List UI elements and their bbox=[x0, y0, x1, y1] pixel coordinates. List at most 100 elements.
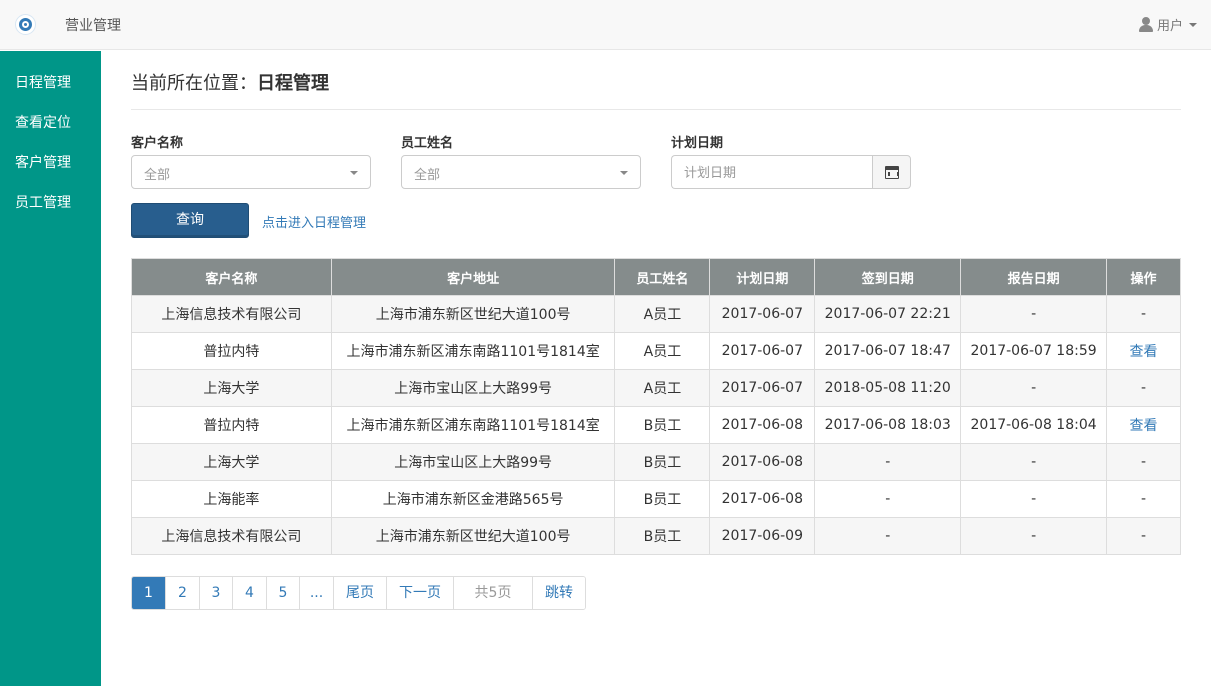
table-cell: - bbox=[814, 480, 962, 518]
table-cell: B员工 bbox=[614, 443, 711, 481]
sidebar-item-employees[interactable]: 员工管理 bbox=[15, 192, 71, 212]
table-cell: 2017-06-07 22:21 bbox=[814, 295, 962, 333]
page-4-button[interactable]: 4 bbox=[232, 577, 266, 609]
table-cell: - bbox=[1106, 369, 1181, 407]
table-cell: - bbox=[1106, 480, 1181, 518]
table-cell: 2017-06-07 bbox=[709, 369, 816, 407]
col-header: 计划日期 bbox=[709, 258, 816, 296]
col-header: 签到日期 bbox=[814, 258, 962, 296]
table-cell: 2017-06-07 18:59 bbox=[960, 332, 1108, 370]
col-header: 员工姓名 bbox=[614, 258, 711, 296]
user-menu[interactable]: 用户 bbox=[1138, 15, 1197, 34]
table-cell: 2017-06-08 bbox=[709, 443, 816, 481]
table-cell: 上海市宝山区上大路99号 bbox=[330, 369, 616, 407]
table-cell: 普拉内特 bbox=[131, 332, 332, 370]
customer-select[interactable]: 全部 bbox=[131, 155, 371, 189]
logo-icon[interactable] bbox=[15, 14, 36, 35]
date-filter-label: 计划日期 bbox=[671, 136, 724, 151]
dropdown-arrow-icon bbox=[620, 171, 628, 175]
table-row: 普拉内特 上海市浦东新区浦东南路1101号1814室 A员工 2017-06-0… bbox=[131, 332, 1181, 370]
table-cell: 2017-06-08 18:04 bbox=[960, 406, 1108, 444]
table-cell: - bbox=[1106, 517, 1181, 555]
top-navbar: 营业管理 用户 bbox=[0, 0, 1211, 50]
plan-date-input[interactable] bbox=[671, 155, 873, 189]
table-cell: 上海能率 bbox=[131, 480, 332, 518]
table-cell: B员工 bbox=[614, 517, 711, 555]
query-button[interactable]: 查询 bbox=[131, 203, 249, 238]
page-ellipsis-button[interactable]: ... bbox=[299, 577, 333, 609]
pagination: 1 2 3 4 5 ... 尾页 下一页 共5页 跳转 bbox=[131, 576, 586, 610]
employee-select-value: 全部 bbox=[414, 168, 441, 183]
page-2-button[interactable]: 2 bbox=[165, 577, 199, 609]
dropdown-arrow-icon bbox=[350, 171, 358, 175]
caret-down-icon bbox=[1189, 22, 1197, 27]
divider bbox=[131, 109, 1181, 110]
calendar-icon bbox=[885, 166, 899, 179]
table-cell: - bbox=[960, 295, 1108, 333]
page-3-button[interactable]: 3 bbox=[199, 577, 232, 609]
table-cell: 2017-06-07 bbox=[709, 295, 816, 333]
table-cell: 上海市浦东新区浦东南路1101号1814室 bbox=[330, 406, 616, 444]
jump-button[interactable]: 跳转 bbox=[532, 577, 585, 609]
calendar-button[interactable] bbox=[872, 155, 911, 189]
sidebar-item-customers[interactable]: 客户管理 bbox=[15, 152, 71, 172]
table-cell: - bbox=[1106, 443, 1181, 481]
sidebar-item-location[interactable]: 查看定位 bbox=[15, 112, 71, 132]
table-cell: 上海大学 bbox=[131, 443, 332, 481]
page-1-button[interactable]: 1 bbox=[132, 577, 165, 609]
sidebar-item-schedule[interactable]: 日程管理 bbox=[15, 72, 71, 92]
table-cell: - bbox=[960, 517, 1108, 555]
table-header-row: 客户名称 客户地址 员工姓名 计划日期 签到日期 报告日期 操作 bbox=[131, 258, 1181, 296]
table-cell: 2018-05-08 11:20 bbox=[814, 369, 962, 407]
table-cell: B员工 bbox=[614, 480, 711, 518]
table-cell: 上海市浦东新区世纪大道100号 bbox=[330, 295, 616, 333]
table-cell: 上海大学 bbox=[131, 369, 332, 407]
table-cell: 上海信息技术有限公司 bbox=[131, 517, 332, 555]
table-cell: 2017-06-08 bbox=[709, 480, 816, 518]
table-row: 上海信息技术有限公司 上海市浦东新区世纪大道100号 B员工 2017-06-0… bbox=[131, 517, 1181, 555]
employee-select[interactable]: 全部 bbox=[401, 155, 641, 189]
table-row: 上海能率 上海市浦东新区金港路565号 B员工 2017-06-08 - - - bbox=[131, 480, 1181, 518]
table-row: 普拉内特 上海市浦东新区浦东南路1101号1814室 B员工 2017-06-0… bbox=[131, 406, 1181, 444]
last-page-button[interactable]: 尾页 bbox=[333, 577, 386, 609]
employee-filter-label: 员工姓名 bbox=[401, 136, 454, 151]
table-row: 上海大学 上海市宝山区上大路99号 B员工 2017-06-08 - - - bbox=[131, 443, 1181, 481]
table-cell: 查看 bbox=[1106, 406, 1181, 444]
table-cell: 上海市浦东新区世纪大道100号 bbox=[330, 517, 616, 555]
col-header: 客户地址 bbox=[330, 258, 616, 296]
total-pages-label: 共5页 bbox=[453, 577, 532, 609]
table-cell: B员工 bbox=[614, 406, 711, 444]
table-cell: 普拉内特 bbox=[131, 406, 332, 444]
table-cell: A员工 bbox=[614, 295, 711, 333]
schedule-table: 客户名称 客户地址 员工姓名 计划日期 签到日期 报告日期 操作 上海信息技术有… bbox=[131, 258, 1181, 555]
customer-filter-label: 客户名称 bbox=[131, 136, 184, 151]
customer-select-value: 全部 bbox=[144, 168, 171, 183]
breadcrumb-prefix: 当前所在位置： bbox=[131, 73, 257, 94]
table-cell: A员工 bbox=[614, 332, 711, 370]
user-icon bbox=[1138, 17, 1153, 32]
table-cell: 上海市浦东新区浦东南路1101号1814室 bbox=[330, 332, 616, 370]
table-cell: 2017-06-07 bbox=[709, 332, 816, 370]
schedule-manage-link[interactable]: 点击进入日程管理 bbox=[262, 212, 366, 231]
table-cell: 2017-06-09 bbox=[709, 517, 816, 555]
table-cell: - bbox=[814, 443, 962, 481]
table-cell: 2017-06-08 18:03 bbox=[814, 406, 962, 444]
table-cell: - bbox=[960, 480, 1108, 518]
table-cell: - bbox=[960, 369, 1108, 407]
view-link[interactable]: 查看 bbox=[1130, 344, 1158, 360]
col-header: 报告日期 bbox=[960, 258, 1108, 296]
table-cell: 查看 bbox=[1106, 332, 1181, 370]
page-title: 日程管理 bbox=[257, 73, 329, 94]
sidebar: 日程管理 查看定位 客户管理 员工管理 bbox=[0, 51, 101, 686]
page-5-button[interactable]: 5 bbox=[266, 577, 299, 609]
table-row: 上海大学 上海市宝山区上大路99号 A员工 2017-06-07 2018-05… bbox=[131, 369, 1181, 407]
brand-title[interactable]: 营业管理 bbox=[65, 15, 121, 35]
col-header: 客户名称 bbox=[131, 258, 332, 296]
breadcrumb: 当前所在位置：日程管理 bbox=[131, 69, 329, 95]
table-cell: 2017-06-08 bbox=[709, 406, 816, 444]
view-link[interactable]: 查看 bbox=[1130, 418, 1158, 434]
table-row: 上海信息技术有限公司 上海市浦东新区世纪大道100号 A员工 2017-06-0… bbox=[131, 295, 1181, 333]
next-page-button[interactable]: 下一页 bbox=[386, 577, 453, 609]
table-cell: - bbox=[814, 517, 962, 555]
user-label: 用户 bbox=[1156, 19, 1183, 34]
